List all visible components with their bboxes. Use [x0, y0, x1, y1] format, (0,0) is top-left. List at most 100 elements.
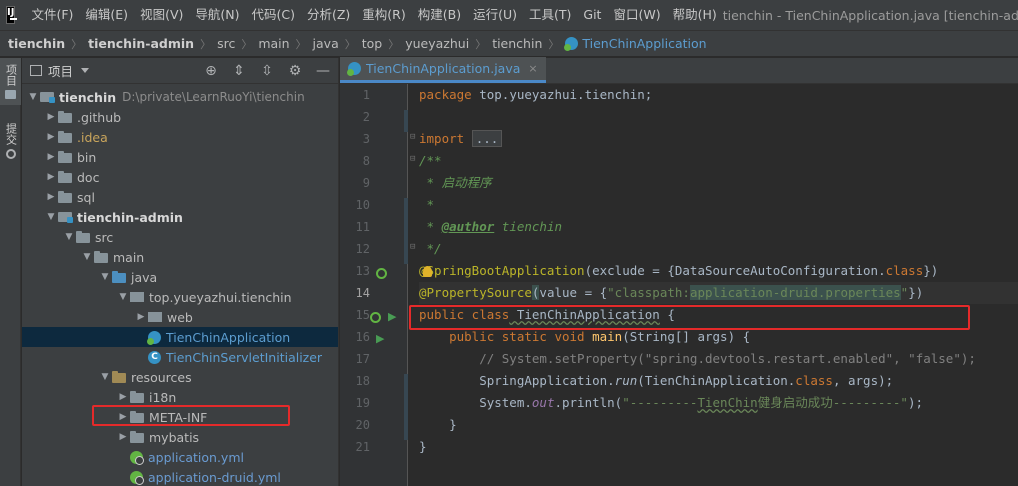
fold-icon[interactable]: ⊟	[410, 154, 418, 164]
tree-item-bin[interactable]: ▶ bin	[22, 147, 338, 167]
close-icon[interactable]: ×	[528, 62, 537, 75]
tree-item-src[interactable]: ▼ src	[22, 227, 338, 247]
tree-item-i18n[interactable]: ▶ i18n	[22, 387, 338, 407]
folder-icon	[58, 110, 72, 123]
intellij-logo-icon[interactable]: IJ	[6, 6, 18, 24]
tree-item-main[interactable]: ▼ main	[22, 247, 338, 267]
tree-item-mybatis[interactable]: ▶ mybatis	[22, 427, 338, 447]
chevron-down-icon[interactable]: ▼	[98, 272, 112, 282]
breadcrumb-item[interactable]: yueyazhui	[405, 36, 469, 51]
breadcrumb-item-class[interactable]: TienChinApplication	[564, 36, 707, 51]
tree-item-servletinitializer[interactable]: C TienChinServletInitializer	[22, 347, 338, 367]
chevron-right-icon[interactable]: ▶	[116, 392, 130, 402]
chevron-right-icon[interactable]: ▶	[134, 312, 148, 322]
line-number: 21	[355, 440, 370, 454]
menu-code[interactable]: 代码(C)	[245, 0, 300, 30]
menu-build[interactable]: 构建(B)	[412, 0, 467, 30]
menu-window[interactable]: 窗口(W)	[607, 0, 666, 30]
folder-icon	[58, 130, 72, 143]
menu-git[interactable]: Git	[577, 0, 607, 30]
code-lines[interactable]: package top.yueyazhui.tienchin; import .…	[419, 84, 1018, 486]
change-marker	[404, 198, 408, 264]
bean-icon[interactable]	[370, 312, 381, 323]
chevron-right-icon[interactable]: ▶	[44, 152, 58, 162]
tree-item-tienchinapplication[interactable]: TienChinApplication	[22, 327, 338, 347]
code-token: "classpath:	[607, 285, 690, 300]
tab-tienchinapplication[interactable]: TienChinApplication.java ×	[340, 57, 546, 83]
menu-edit[interactable]: 编辑(E)	[79, 0, 134, 30]
breadcrumb-item[interactable]: src	[217, 36, 235, 51]
breadcrumb-item[interactable]: tienchin-admin	[88, 36, 194, 51]
line-number: 17	[355, 352, 370, 366]
breadcrumb-item[interactable]: main	[258, 36, 289, 51]
chevron-right-icon[interactable]: ▶	[44, 172, 58, 182]
chevron-down-icon[interactable]: ▼	[116, 292, 130, 302]
lightbulb-icon[interactable]	[423, 266, 432, 277]
collapsed-imports[interactable]: ...	[471, 130, 503, 147]
tree-item-label: application-druid.yml	[148, 469, 281, 485]
expand-all-icon[interactable]: ⇕	[232, 64, 246, 78]
chevron-down-icon[interactable]: ▼	[98, 372, 112, 382]
code-token: TienChinApplication	[509, 307, 660, 322]
tree-item-github[interactable]: ▶ .github	[22, 107, 338, 127]
chevron-down-icon[interactable]: ▼	[62, 232, 76, 242]
tree-item-meta-inf[interactable]: ▶ META-INF	[22, 407, 338, 427]
chevron-right-icon[interactable]: ▶	[116, 432, 130, 442]
line-number: 20	[355, 418, 370, 432]
chevron-right-icon[interactable]: ▶	[44, 132, 58, 142]
chevron-down-icon[interactable]: ▼	[44, 212, 58, 222]
commit-icon	[5, 149, 16, 159]
project-tool-button[interactable]: 项目	[0, 58, 21, 105]
code-line-11: * @author tienchin	[419, 216, 562, 238]
breadcrumb-item[interactable]: tienchin	[8, 36, 65, 51]
tree-item-idea[interactable]: ▶ .idea	[22, 127, 338, 147]
chevron-down-icon[interactable]: ▼	[26, 92, 40, 102]
menu-navigate[interactable]: 导航(N)	[189, 0, 245, 30]
code-token: SpringApplication.	[419, 373, 615, 388]
tree-item-doc[interactable]: ▶ doc	[22, 167, 338, 187]
menu-view[interactable]: 视图(V)	[134, 0, 189, 30]
tree-item-application-druid-yml[interactable]: application-druid.yml	[22, 467, 338, 486]
tree-item-application-yml[interactable]: application.yml	[22, 447, 338, 467]
menu-run[interactable]: 运行(U)	[467, 0, 523, 30]
menu-help[interactable]: 帮助(H)	[667, 0, 723, 30]
collapse-all-icon[interactable]: ⇳	[260, 64, 274, 78]
run-icon[interactable]: ▶	[388, 310, 396, 323]
menu-refactor[interactable]: 重构(R)	[356, 0, 411, 30]
tree-item-tienchin[interactable]: ▼ tienchin D:\private\LearnRuoYi\tienchin	[22, 87, 338, 107]
chevron-right-icon: 〉	[241, 37, 253, 51]
fold-icon[interactable]: ⊟	[410, 242, 418, 252]
code-line-16: public static void main(String[] args) {	[419, 326, 750, 348]
tree-item-resources[interactable]: ▼ resources	[22, 367, 338, 387]
tree-item-web[interactable]: ▶ web	[22, 307, 338, 327]
code-area[interactable]: 1 2 3 8 9 10 11 12 13 14 15 16 17 18 19 …	[340, 84, 1018, 486]
bean-icon[interactable]	[376, 268, 387, 279]
editor: TienChinApplication.java × 1 2 3 8 9 10 …	[340, 57, 1018, 486]
tree-item-java[interactable]: ▼ java	[22, 267, 338, 287]
chevron-right-icon[interactable]: ▶	[44, 112, 58, 122]
line-number: 11	[355, 220, 370, 234]
run-icon[interactable]: ▶	[376, 332, 384, 345]
line-number: 3	[362, 132, 370, 146]
gear-icon[interactable]: ⚙	[288, 64, 302, 78]
fold-icon[interactable]: ⊟	[410, 132, 418, 142]
chevron-down-icon[interactable]: ▼	[80, 252, 94, 262]
menu-tools[interactable]: 工具(T)	[523, 0, 577, 30]
chevron-right-icon[interactable]: ▶	[116, 412, 130, 422]
tree-item-tienchin-admin[interactable]: ▼ tienchin-admin	[22, 207, 338, 227]
chevron-right-icon[interactable]: ▶	[44, 192, 58, 202]
chevron-down-icon[interactable]	[81, 68, 90, 73]
code-token: @PropertySource	[419, 285, 532, 300]
tree-item-sql[interactable]: ▶ sql	[22, 187, 338, 207]
minimize-icon[interactable]: —	[316, 64, 330, 78]
tree-item-package[interactable]: ▼ top.yueyazhui.tienchin	[22, 287, 338, 307]
menu-file[interactable]: 文件(F)	[25, 0, 79, 30]
breadcrumb-item[interactable]: top	[362, 36, 382, 51]
project-panel-title[interactable]: 项目	[48, 61, 73, 80]
commit-tool-button[interactable]: 提交	[0, 105, 21, 159]
breadcrumb-item[interactable]: tienchin	[492, 36, 542, 51]
breadcrumb-item[interactable]: java	[313, 36, 339, 51]
target-icon[interactable]: ⊕	[204, 64, 218, 78]
gutter: 1 2 3 8 9 10 11 12 13 14 15 16 17 18 19 …	[340, 84, 415, 486]
menu-analyze[interactable]: 分析(Z)	[301, 0, 356, 30]
